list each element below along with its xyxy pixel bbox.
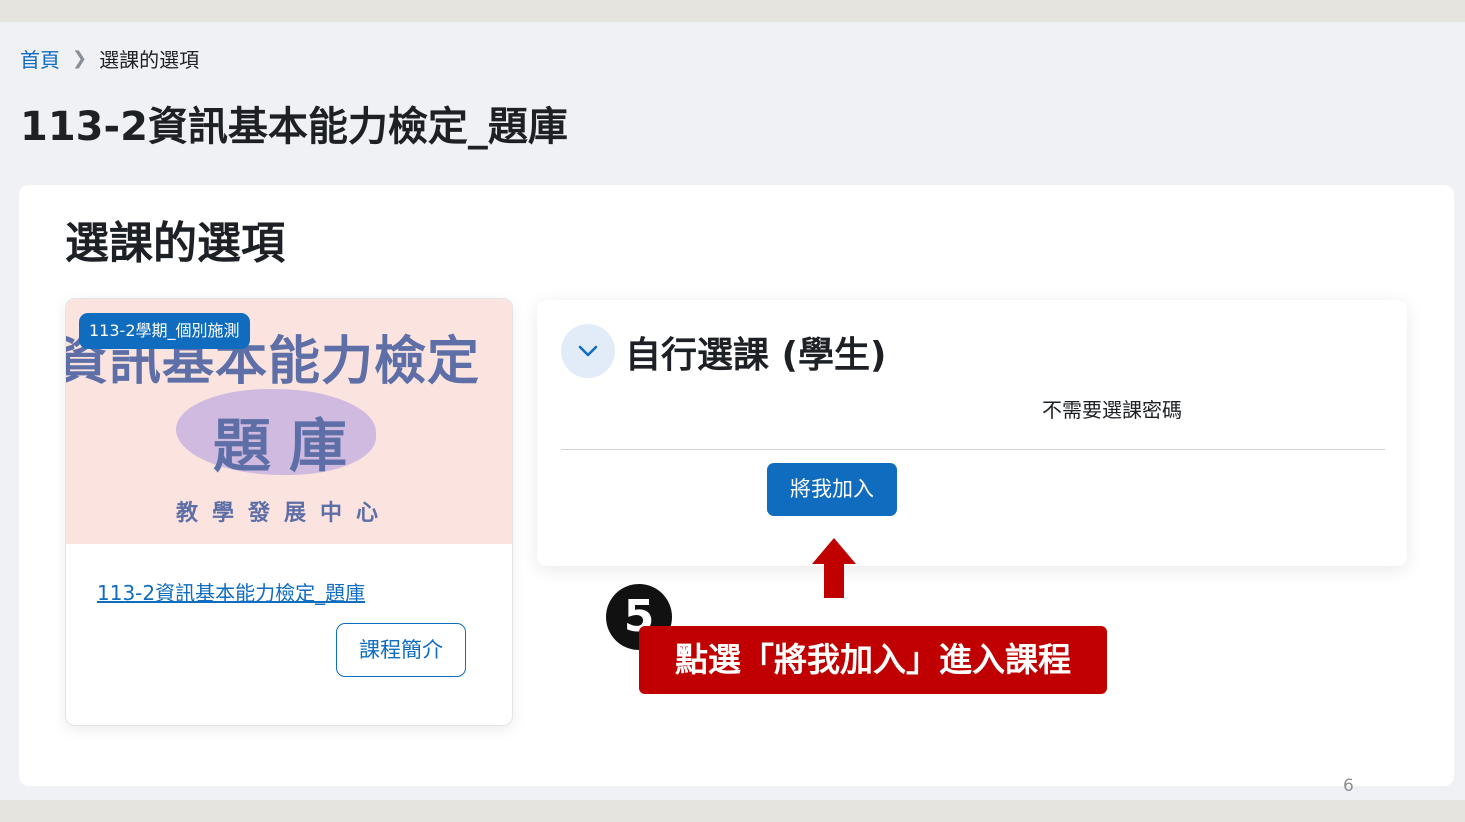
- course-image-subtitle: 題庫: [212, 412, 365, 480]
- chevron-right-icon: ❯: [72, 47, 88, 69]
- enrol-me-button[interactable]: 將我加入: [767, 463, 897, 516]
- slide-page-number: 6: [1343, 776, 1354, 796]
- course-name-link[interactable]: 113-2資訊基本能力檢定_題庫: [97, 577, 365, 606]
- breadcrumb-home-link[interactable]: 首頁: [20, 44, 60, 73]
- breadcrumb-current: 選課的選項: [99, 47, 200, 72]
- collapse-toggle[interactable]: [561, 324, 615, 378]
- course-image[interactable]: 資訊基本能力檢定 題庫 教學發展中心 113-2學期_個別施測: [66, 299, 512, 544]
- course-card: 資訊基本能力檢定 題庫 教學發展中心 113-2學期_個別施測 113-2資訊基…: [65, 298, 513, 726]
- section-title: 選課的選項: [65, 218, 285, 269]
- page-title: 113-2資訊基本能力檢定_題庫: [20, 104, 568, 150]
- chevron-down-icon: [578, 345, 598, 357]
- arrow-up-icon: [812, 538, 856, 598]
- instruction-callout: 點選「將我加入」進入課程: [639, 626, 1107, 694]
- breadcrumb: 首頁 ❯ 選課的選項: [20, 44, 199, 72]
- no-key-required-note: 不需要選課密碼: [1042, 398, 1182, 422]
- course-summary-button[interactable]: 課程簡介: [336, 623, 466, 677]
- enrol-method-title: 自行選課 (學生): [625, 335, 887, 376]
- enrolment-options-card: 選課的選項 資訊基本能力檢定 題庫 教學發展中心 113-2學期_個別施測 11…: [19, 185, 1454, 786]
- course-image-caption: 教學發展中心: [175, 501, 392, 526]
- slide-bottom-bar: [0, 800, 1465, 822]
- self-enrolment-panel: 自行選課 (學生) 不需要選課密碼 將我加入: [537, 300, 1407, 566]
- course-category-badge: 113-2學期_個別施測: [79, 313, 250, 349]
- slide-top-bar: [0, 0, 1465, 22]
- divider: [561, 449, 1385, 450]
